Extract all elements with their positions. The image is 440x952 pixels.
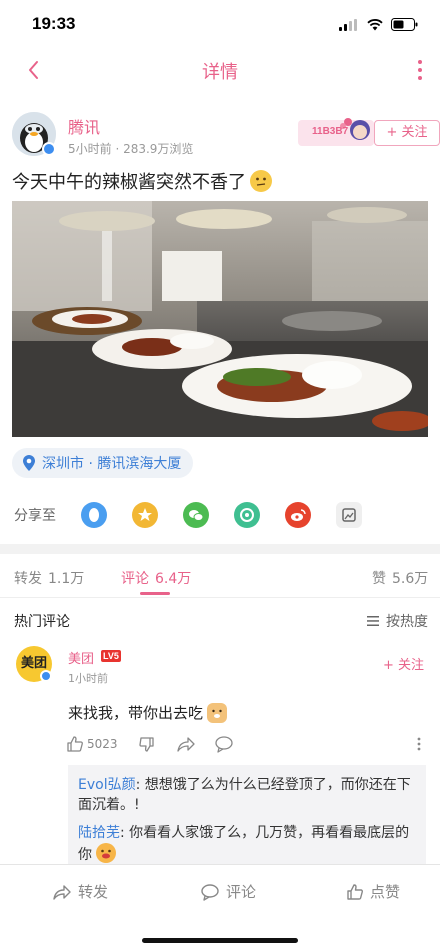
tab-repost-label: 转发 [14, 571, 42, 587]
comment-more-button[interactable] [416, 734, 422, 754]
moments-icon[interactable] [234, 502, 260, 528]
status-time: 19:33 [32, 14, 76, 33]
status-icons [339, 18, 418, 31]
active-tab-indicator [140, 592, 170, 595]
status-bar: 19:33 [0, 0, 440, 52]
comment-dislike-button[interactable] [138, 734, 156, 754]
bottom-comment-label: 评论 [226, 883, 257, 901]
cellular-signal-icon [339, 18, 357, 31]
tab-like-count: 5.6万 [392, 571, 429, 587]
battery-icon [391, 18, 418, 31]
comment-share-button[interactable] [176, 734, 196, 754]
share-arrow-icon [53, 884, 71, 900]
location-pin-icon [23, 455, 35, 471]
post-meta: 5小时前 · 283.9万浏览 [68, 142, 194, 156]
hot-comments-header: 热门评论 按热度 [14, 611, 428, 631]
wifi-icon [367, 18, 383, 30]
interaction-tabs: 转发 1.1万 评论 6.4万 赞 5.6万 [0, 554, 440, 598]
reply-text: : 你看看人家饿了么，几万赞，再看看最底层的你 [78, 825, 410, 863]
nav-bar: 详情 [0, 52, 440, 90]
bottom-repost-label: 转发 [78, 883, 109, 901]
thumbs-up-icon [347, 883, 363, 900]
share-label: 分享至 [14, 508, 56, 524]
follow-button[interactable]: + 关注 [374, 120, 440, 146]
replies-box[interactable]: Evol弘颜: 想想饿了么为什么已经登顶了，而你还在下面沉着。! 陆拾芜: 你看… [68, 765, 426, 871]
thumbs-up-icon [67, 736, 83, 752]
thinking-emoji-icon [250, 170, 272, 192]
save-image-icon[interactable] [336, 502, 362, 528]
comment-text: 来找我，带你出去吃 [68, 704, 204, 722]
fan-badge-decoration: 11B3B7 [298, 116, 378, 150]
post-photo[interactable] [12, 201, 428, 437]
more-vertical-icon[interactable] [414, 56, 426, 84]
commenter-name[interactable]: 美团 [68, 648, 94, 667]
speech-bubble-icon [215, 736, 233, 753]
level-badge: LV5 [101, 650, 121, 662]
comment-reply-button[interactable] [214, 734, 234, 754]
post-content: 今天中午的辣椒酱突然不香了 [12, 168, 272, 194]
comment-like-count: 5023 [87, 737, 118, 751]
tab-like-label: 赞 [372, 571, 386, 587]
comment-like-button[interactable]: 5023 [66, 734, 118, 754]
drooling-emoji-icon [96, 843, 117, 863]
hot-comments-title: 热门评论 [14, 614, 70, 630]
location-tag[interactable]: 深圳市 · 腾讯滨海大厦 [12, 448, 194, 478]
share-arrow-icon [177, 737, 195, 752]
bottom-like-button[interactable]: 点赞 [346, 881, 400, 902]
weibo-icon[interactable] [285, 502, 311, 528]
comment-body: 来找我，带你出去吃 [68, 702, 228, 723]
share-row: 分享至 [14, 500, 430, 530]
location-text: 深圳市 · 腾讯滨海大厦 [42, 456, 182, 472]
verified-badge-icon [40, 670, 52, 682]
bottom-action-bar: 转发 评论 点赞 [0, 864, 440, 916]
bottom-comment-button[interactable]: 评论 [200, 881, 256, 902]
comment-time: 1小时前 [68, 672, 108, 685]
reply-item: Evol弘颜: 想想饿了么为什么已经登顶了，而你还在下面沉着。! [78, 775, 416, 815]
comment-follow-button[interactable]: + 关注 [383, 654, 424, 673]
comment-actions: 5023 [66, 734, 430, 754]
tab-comment[interactable]: 评论 6.4万 [121, 568, 191, 588]
thumbs-down-icon [139, 737, 154, 752]
tab-comment-label: 评论 [121, 571, 149, 587]
sort-label: 按热度 [386, 614, 428, 630]
qq-icon[interactable] [81, 502, 107, 528]
sort-lines-icon [367, 616, 379, 626]
post-author: 腾讯 5小时前 · 283.9万浏览 11B3B7 + 关注 [12, 112, 440, 160]
verified-badge-icon [42, 142, 56, 156]
tab-repost[interactable]: 转发 1.1万 [14, 568, 84, 588]
qzone-icon[interactable] [132, 502, 158, 528]
reply-item: 陆拾芜: 你看看人家饿了么，几万赞，再看看最底层的你 [78, 823, 416, 865]
sort-button[interactable]: 按热度 [366, 611, 428, 631]
reply-author[interactable]: 陆拾芜 [78, 825, 120, 841]
tab-comment-count: 6.4万 [155, 571, 192, 587]
fan-badge-text: 11B3B7 [312, 126, 349, 137]
food-photo-image [12, 201, 428, 437]
section-divider [0, 544, 440, 554]
author-name[interactable]: 腾讯 [68, 114, 100, 138]
post-text: 今天中午的辣椒酱突然不香了 [12, 172, 246, 193]
bottom-like-label: 点赞 [370, 883, 401, 901]
speech-bubble-icon [201, 883, 219, 901]
reply-author[interactable]: Evol弘颜 [78, 777, 136, 793]
doge-emoji-icon [207, 702, 228, 723]
bottom-repost-button[interactable]: 转发 [52, 881, 108, 902]
home-indicator [142, 938, 298, 943]
more-vertical-icon [417, 737, 421, 751]
tab-repost-count: 1.1万 [48, 571, 85, 587]
page-title: 详情 [202, 62, 238, 83]
wechat-icon[interactable] [183, 502, 209, 528]
tab-like[interactable]: 赞 5.6万 [372, 568, 428, 588]
